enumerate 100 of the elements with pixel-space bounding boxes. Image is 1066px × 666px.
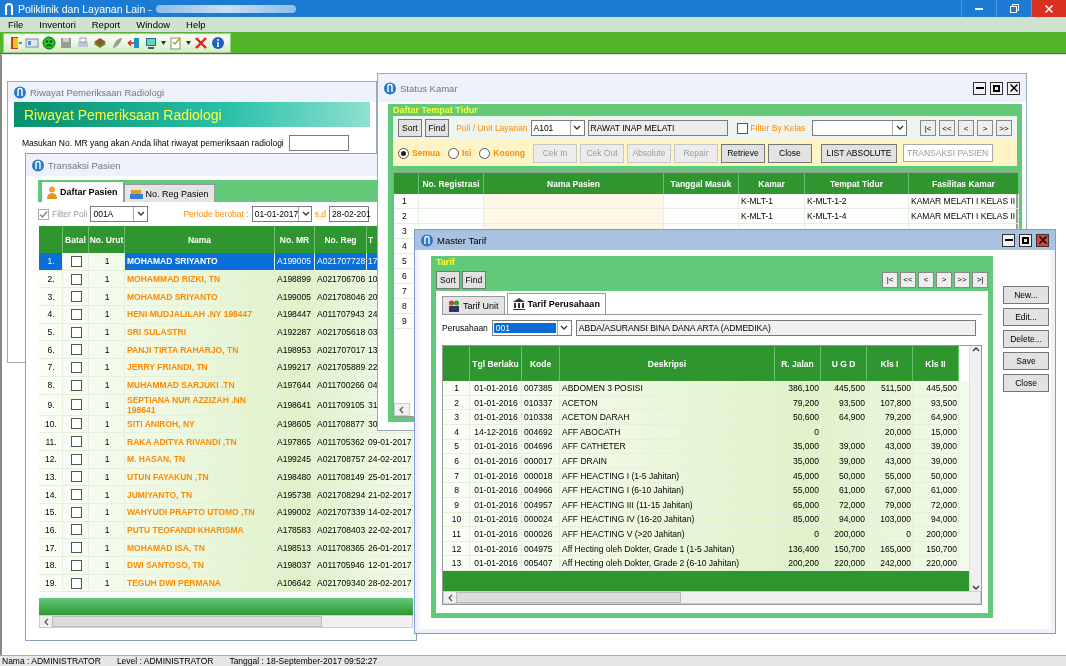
horizontal-scrollbar[interactable] <box>39 615 413 629</box>
close-button[interactable] <box>1036 233 1049 247</box>
tab[interactable]: Tarif Unit <box>442 296 505 315</box>
app-title: Poliklinik dan Layanan Lain - <box>18 2 152 15</box>
checkbox[interactable] <box>70 308 82 320</box>
radio-button[interactable] <box>398 147 409 159</box>
checkbox[interactable] <box>70 436 82 448</box>
checkbox[interactable] <box>70 453 82 465</box>
scroll-up-icon[interactable] <box>971 346 980 353</box>
row-number: 15. <box>39 503 63 522</box>
menu-item[interactable]: File <box>0 19 32 30</box>
find-button[interactable]: Find <box>461 270 487 289</box>
side-button[interactable]: Save <box>1003 352 1049 370</box>
restore-icon <box>1009 4 1019 13</box>
minimize-button[interactable] <box>1002 233 1015 247</box>
door-icon[interactable] <box>8 35 22 50</box>
list-absolute-button[interactable]: LIST ABSOLUTE <box>820 143 897 163</box>
menu-item[interactable]: Help <box>178 19 214 30</box>
checkbox[interactable] <box>70 344 82 356</box>
caret-icon[interactable] <box>161 40 166 45</box>
checkbox[interactable] <box>70 379 82 391</box>
action-button[interactable]: Retrieve <box>720 143 765 163</box>
date-dropdown[interactable]: 01-01-2017 <box>251 206 312 222</box>
checkbox[interactable] <box>70 326 82 338</box>
field-label: Poli / Unit Layanan <box>456 123 528 133</box>
nav-button[interactable]: >> <box>954 271 970 288</box>
close-button[interactable] <box>1007 81 1020 95</box>
checkbox[interactable] <box>70 361 82 373</box>
nav-button[interactable]: << <box>900 271 916 288</box>
side-button[interactable]: Close <box>1003 374 1049 392</box>
radio-button[interactable] <box>447 147 459 159</box>
tab[interactable]: No. Reg Pasien <box>123 184 215 202</box>
scrollbar-thumb[interactable] <box>52 616 322 628</box>
nav-button[interactable]: |< <box>920 120 936 136</box>
checkbox[interactable] <box>70 489 82 501</box>
checkbox[interactable] <box>70 291 82 303</box>
monitor-icon[interactable] <box>144 35 158 50</box>
nav-button[interactable]: < <box>958 120 974 136</box>
table-cell: SITI ANIROH, NY <box>125 415 275 434</box>
exit-icon[interactable] <box>127 35 141 50</box>
table-cell: A198037 <box>275 557 315 575</box>
side-button[interactable]: Delete... <box>1003 330 1049 348</box>
caret-icon[interactable] <box>186 40 191 45</box>
kelas-dropdown[interactable] <box>812 120 908 136</box>
horizontal-scrollbar[interactable] <box>443 591 981 604</box>
menu-item[interactable]: Window <box>128 19 179 30</box>
maximize-icon <box>993 84 1000 92</box>
info-icon[interactable] <box>211 35 225 50</box>
tab[interactable]: Daftar Pasien <box>41 181 124 202</box>
table-cell: 12-01-2017 <box>367 557 413 575</box>
nav-button[interactable]: > <box>977 120 993 136</box>
scrollbar-thumb[interactable] <box>456 592 681 603</box>
maximize-button[interactable] <box>1019 233 1032 247</box>
nav-button[interactable]: >| <box>972 271 988 288</box>
vertical-scrollbar[interactable] <box>969 346 981 591</box>
table-cell: 01-01-2016 <box>470 498 522 513</box>
sort-button[interactable]: Sort <box>436 270 460 289</box>
checkbox[interactable] <box>70 255 82 267</box>
table-cell: 28-02-2017 <box>367 574 413 593</box>
tab[interactable]: Tarif Perusahaan <box>506 293 606 315</box>
checkbox[interactable] <box>70 506 82 518</box>
sad-face-icon[interactable] <box>42 35 56 50</box>
checkbox[interactable] <box>70 577 82 589</box>
perusahaan-dropdown[interactable]: 001 <box>491 320 572 337</box>
table-cell: 01-01-2016 <box>470 381 522 396</box>
close-icon[interactable] <box>194 35 208 50</box>
menu-item[interactable]: Report <box>83 19 129 30</box>
poli-dropdown[interactable]: A101 <box>530 120 585 136</box>
minimize-button[interactable] <box>973 81 986 95</box>
caret-icon <box>136 211 145 217</box>
find-button[interactable]: Find <box>424 119 450 137</box>
checkbox[interactable] <box>70 542 82 554</box>
checkbox[interactable] <box>70 471 82 483</box>
input-field[interactable] <box>288 135 349 151</box>
table-cell: 445,500 <box>913 381 959 396</box>
checkbox[interactable] <box>70 524 82 536</box>
feather-icon[interactable] <box>110 35 124 50</box>
checklist-icon[interactable] <box>169 35 183 50</box>
checkbox[interactable] <box>736 122 748 134</box>
checkbox[interactable] <box>70 418 82 430</box>
nav-button[interactable]: > <box>936 271 952 288</box>
table-cell: 35,000 <box>775 439 821 455</box>
checkbox[interactable] <box>70 399 82 410</box>
maximize-button[interactable] <box>990 81 1003 95</box>
nav-button[interactable]: |< <box>882 271 898 288</box>
checkbox[interactable] <box>70 273 82 285</box>
books-icon[interactable] <box>93 35 107 50</box>
sort-button[interactable]: Sort <box>398 119 422 137</box>
table-cell: 000024 <box>522 512 560 528</box>
nav-button[interactable]: << <box>939 120 955 136</box>
scroll-down-icon[interactable] <box>971 585 980 591</box>
nav-button[interactable]: >> <box>996 120 1012 136</box>
menu-item[interactable]: Inventori <box>31 19 84 30</box>
action-button[interactable]: Close <box>767 143 812 163</box>
date-field[interactable]: 28-02-201 <box>329 206 369 222</box>
nav-button[interactable]: < <box>918 271 934 288</box>
checkbox[interactable] <box>70 559 82 571</box>
side-button[interactable]: Edit... <box>1003 308 1049 326</box>
radio-button[interactable] <box>479 147 491 159</box>
side-button[interactable]: New... <box>1003 286 1049 304</box>
